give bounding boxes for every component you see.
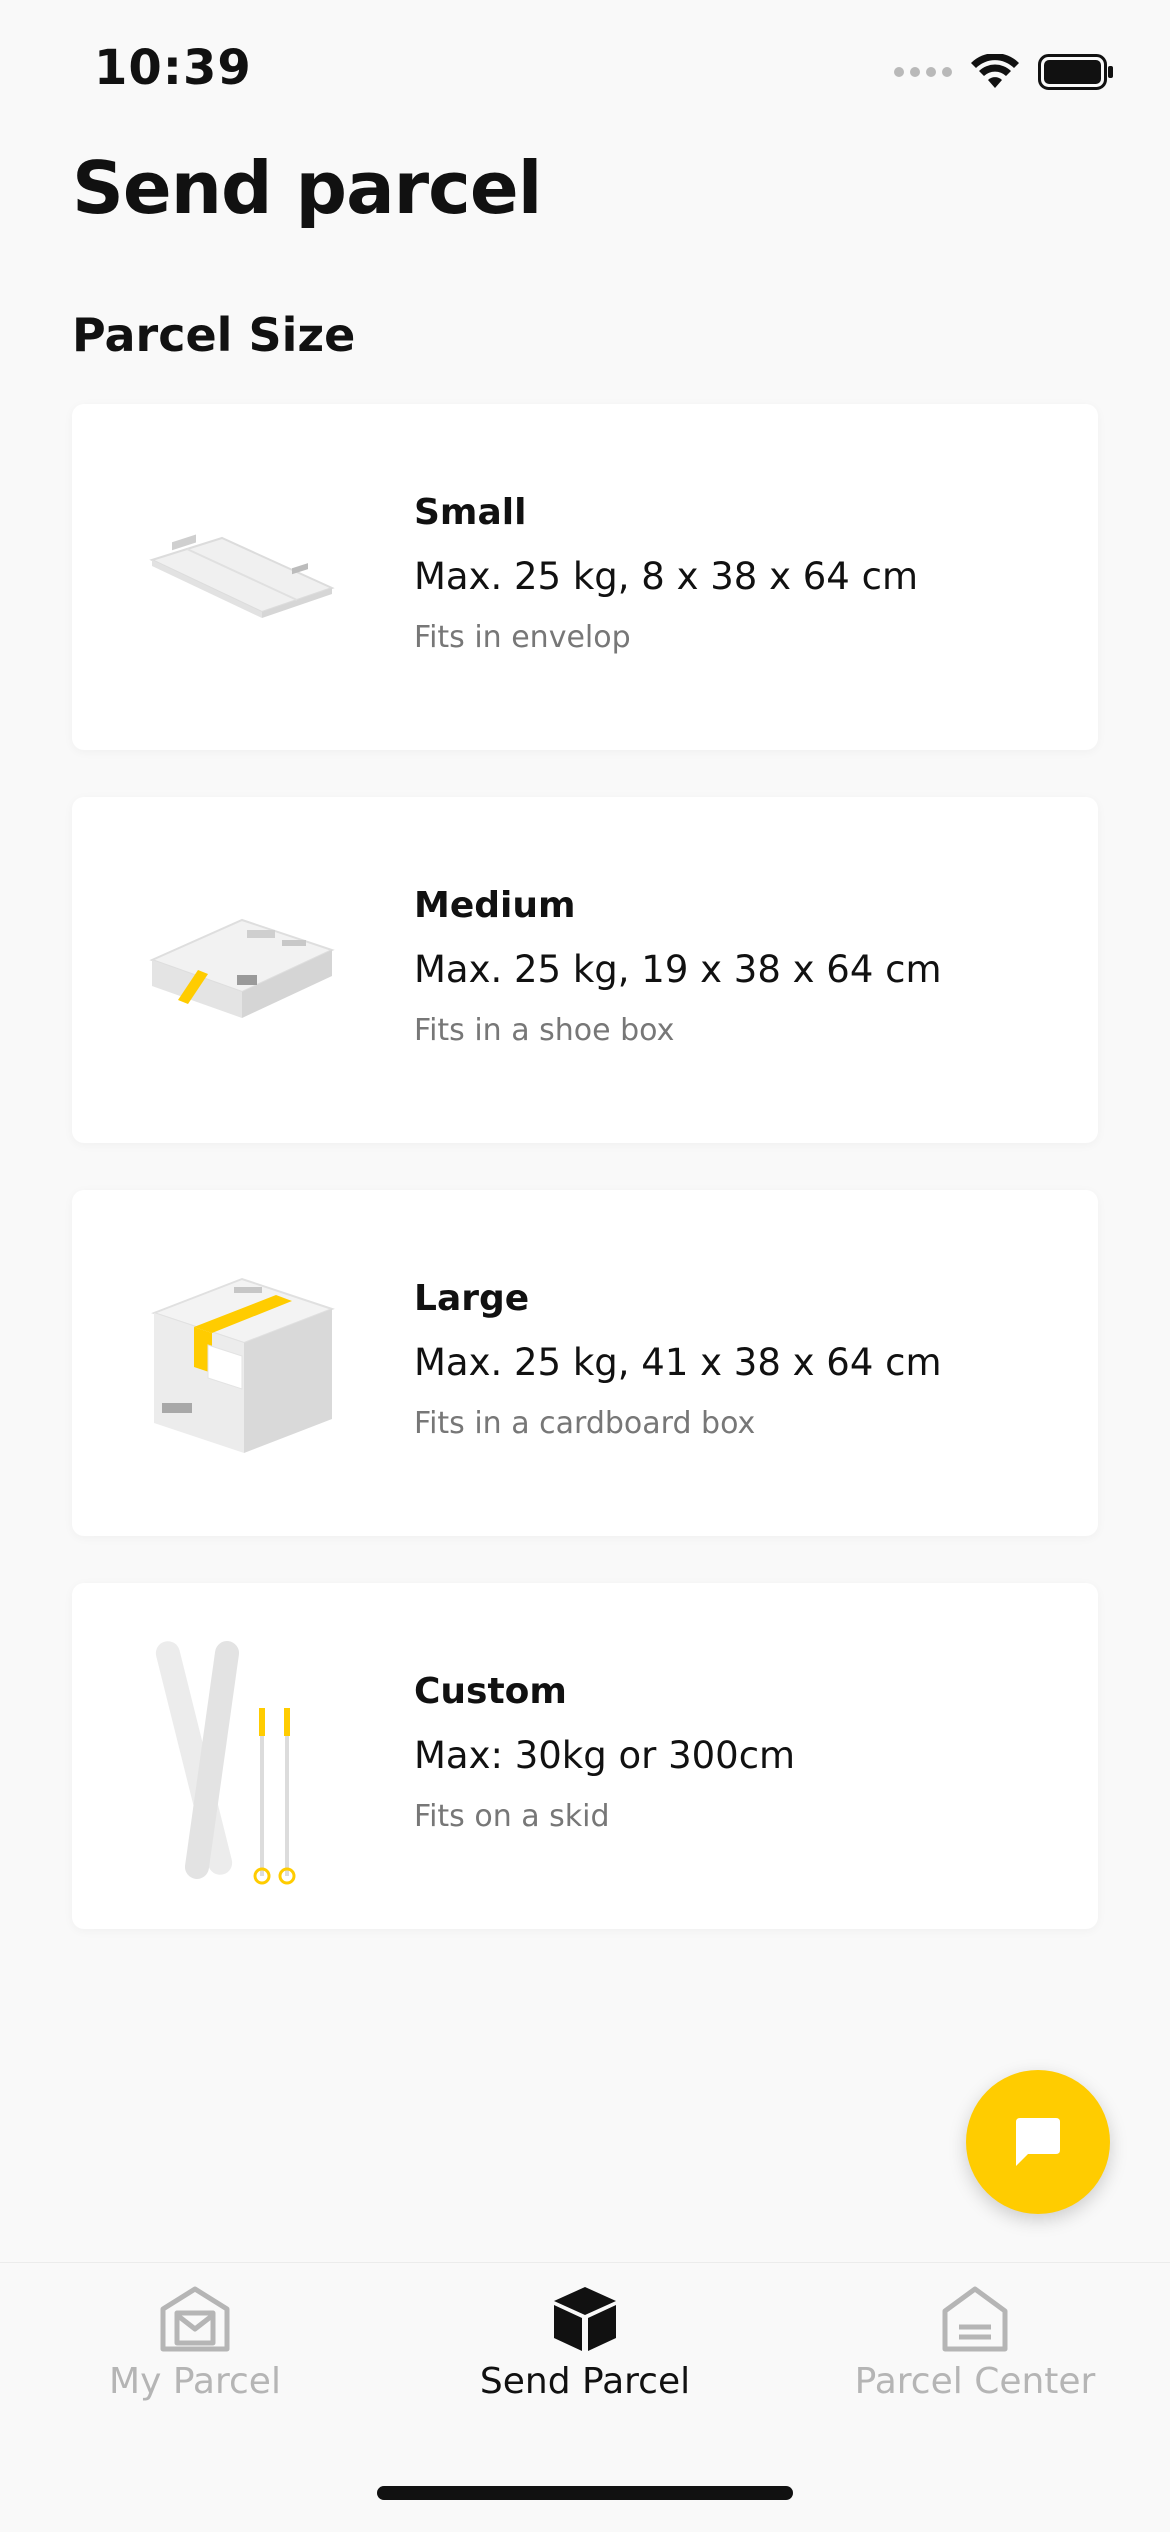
parcel-size-card-medium[interactable]: Medium Max. 25 kg, 19 x 38 x 64 cm Fits … <box>72 797 1098 1143</box>
parcel-size-card-custom[interactable]: Custom Max: 30kg or 300cm Fits on a skid <box>72 1583 1098 1929</box>
parcel-size-list: Small Max. 25 kg, 8 x 38 x 64 cm Fits in… <box>72 404 1098 1976</box>
tab-label: Send Parcel <box>479 2361 691 2402</box>
mail-tray-icon <box>160 2286 230 2352</box>
status-time: 10:39 <box>94 40 252 96</box>
parcel-size-text: Custom Max: 30kg or 300cm Fits on a skid <box>414 1671 1054 1834</box>
envelope-parcel-icon <box>112 444 372 710</box>
parcel-size-name: Small <box>414 492 527 533</box>
section-title: Parcel Size <box>72 308 356 362</box>
parcel-size-specs: Max. 25 kg, 8 x 38 x 64 cm <box>414 555 918 598</box>
parcel-size-name: Large <box>414 1278 530 1319</box>
cardboard-box-icon <box>112 1230 372 1496</box>
status-bar: 10:39 <box>0 0 1170 140</box>
box-icon <box>554 2287 616 2351</box>
tab-parcel-center[interactable]: Parcel Center <box>780 2283 1170 2402</box>
shoe-box-parcel-icon <box>112 837 372 1103</box>
tab-my-parcel[interactable]: My Parcel <box>0 2283 390 2402</box>
parcel-size-text: Large Max. 25 kg, 41 x 38 x 64 cm Fits i… <box>414 1278 1054 1441</box>
tab-label: Parcel Center <box>854 2361 1096 2402</box>
chat-button[interactable] <box>966 2070 1110 2214</box>
parcel-size-text: Medium Max. 25 kg, 19 x 38 x 64 cm Fits … <box>414 885 1054 1048</box>
parcel-size-name: Custom <box>414 1671 567 1712</box>
chat-icon <box>1016 2118 1060 2166</box>
tab-send-parcel[interactable]: Send Parcel <box>390 2283 780 2402</box>
parcel-size-note: Fits on a skid <box>414 1799 610 1834</box>
parcel-center-icon <box>942 2286 1008 2352</box>
parcel-size-text: Small Max. 25 kg, 8 x 38 x 64 cm Fits in… <box>414 492 1054 655</box>
parcel-size-note: Fits in a shoe box <box>414 1013 675 1048</box>
parcel-size-card-small[interactable]: Small Max. 25 kg, 8 x 38 x 64 cm Fits in… <box>72 404 1098 750</box>
parcel-size-specs: Max. 25 kg, 19 x 38 x 64 cm <box>414 948 942 991</box>
parcel-size-name: Medium <box>414 885 576 926</box>
parcel-size-card-large[interactable]: Large Max. 25 kg, 41 x 38 x 64 cm Fits i… <box>72 1190 1098 1536</box>
skis-icon <box>112 1623 372 1889</box>
send-parcel-screen: 10:39 Send parcel Parcel Size Small Max.… <box>0 0 1170 2532</box>
page-title: Send parcel <box>72 146 542 230</box>
cellular-signal-icon <box>894 67 952 77</box>
home-indicator[interactable] <box>377 2486 793 2500</box>
parcel-size-note: Fits in a cardboard box <box>414 1406 756 1441</box>
parcel-size-note: Fits in envelop <box>414 620 631 655</box>
parcel-size-specs: Max: 30kg or 300cm <box>414 1734 796 1777</box>
wifi-icon <box>971 54 1019 88</box>
battery-icon <box>1038 54 1113 90</box>
tab-label: My Parcel <box>109 2361 281 2402</box>
parcel-size-specs: Max. 25 kg, 41 x 38 x 64 cm <box>414 1341 942 1384</box>
status-indicators <box>894 54 1114 90</box>
